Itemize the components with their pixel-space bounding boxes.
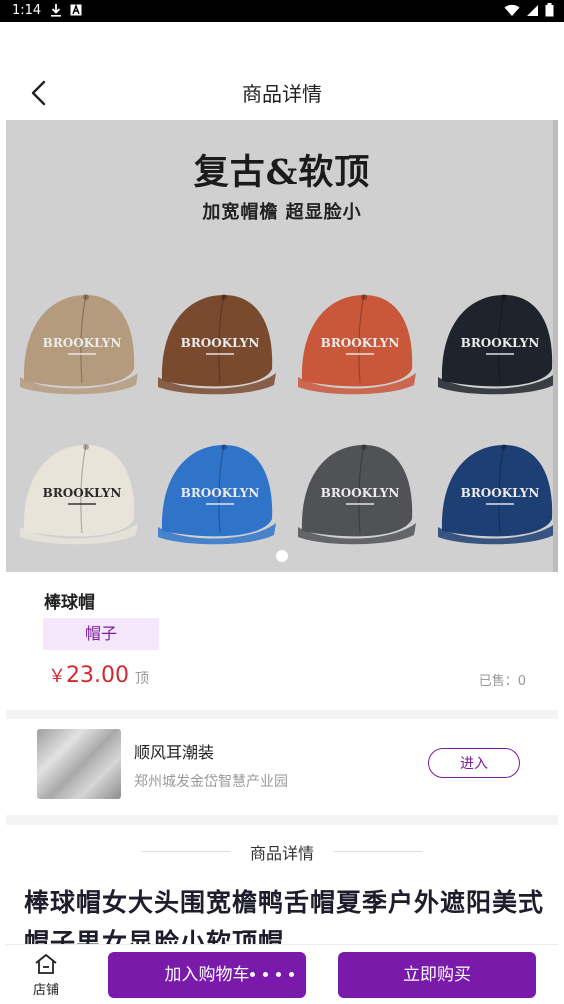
- banner-edge: [553, 120, 558, 572]
- cap-image: BROOKLYN: [434, 435, 558, 551]
- cap-image: BROOKLYN: [16, 435, 142, 551]
- svg-text:BROOKLYN: BROOKLYN: [181, 336, 260, 350]
- wifi-icon: [504, 4, 520, 21]
- svg-text:BROOKLYN: BROOKLYN: [43, 336, 122, 350]
- svg-text:BROOKLYN: BROOKLYN: [43, 486, 122, 500]
- shop-address: 郑州城发金岱智慧产业园: [134, 774, 288, 790]
- svg-text:BROOKLYN: BROOKLYN: [461, 486, 540, 500]
- cap-image: BROOKLYN: [294, 285, 420, 401]
- price-currency: ￥: [48, 666, 66, 687]
- svg-text:BROOKLYN: BROOKLYN: [321, 336, 400, 350]
- svg-text:BROOKLYN: BROOKLYN: [181, 486, 260, 500]
- sold-count: 已售：0: [478, 674, 526, 689]
- product-detail-page: 商品详情 复古&软顶 加宽帽檐 超显脸小 BROOKLYN BROOKLYN BRO…: [6, 22, 558, 1004]
- shop-tab[interactable]: 店铺: [24, 953, 68, 1001]
- status-bar: 1:14: [0, 0, 564, 22]
- shop-name: 顺风耳潮装: [134, 743, 215, 762]
- divider-right: [334, 851, 422, 852]
- enter-shop-button[interactable]: 进入: [428, 748, 520, 778]
- page-title: 商品详情: [242, 82, 322, 106]
- status-time: 1:14: [12, 3, 42, 18]
- svg-text:BROOKLYN: BROOKLYN: [461, 336, 540, 350]
- more-dots-icon: [250, 972, 294, 977]
- details-heading: 商品详情: [249, 844, 314, 863]
- product-info: 棒球帽 帽子 ￥23.00 顶 已售：0: [6, 572, 558, 710]
- font-app-icon: [70, 4, 82, 20]
- home-icon: [35, 954, 57, 974]
- category-tag: 帽子: [43, 618, 159, 650]
- banner-title: 复古&软顶: [193, 152, 371, 193]
- cap-image: BROOKLYN: [16, 285, 142, 401]
- price-unit: 顶: [135, 671, 149, 687]
- signal-icon: [526, 4, 539, 21]
- shop-card: 顺风耳潮装 郑州城发金岱智慧产业园 进入: [6, 719, 558, 815]
- banner-subtitle: 加宽帽檐 超显脸小: [202, 202, 362, 223]
- cap-image: BROOKLYN: [294, 435, 420, 551]
- product-name: 棒球帽: [44, 593, 95, 613]
- download-icon: [50, 3, 62, 21]
- carousel-indicator: [276, 550, 288, 562]
- cap-image: BROOKLYN: [154, 285, 280, 401]
- product-price: ￥23.00: [48, 662, 129, 688]
- battery-icon: [545, 3, 554, 21]
- bottom-action-bar: 店铺 加入购物车 立即购买: [6, 944, 558, 1004]
- svg-text:BROOKLYN: BROOKLYN: [321, 486, 400, 500]
- shop-tab-label: 店铺: [32, 983, 59, 998]
- price-amount: 23.00: [66, 663, 129, 688]
- top-bar: 商品详情: [6, 22, 558, 120]
- product-image-carousel[interactable]: 复古&软顶 加宽帽檐 超显脸小 BROOKLYN BROOKLYN BROOKLYN…: [6, 120, 558, 572]
- cap-image: BROOKLYN: [154, 435, 280, 551]
- cap-image: BROOKLYN: [434, 285, 558, 401]
- buy-now-button[interactable]: 立即购买: [338, 952, 536, 998]
- shop-thumbnail: [37, 729, 121, 799]
